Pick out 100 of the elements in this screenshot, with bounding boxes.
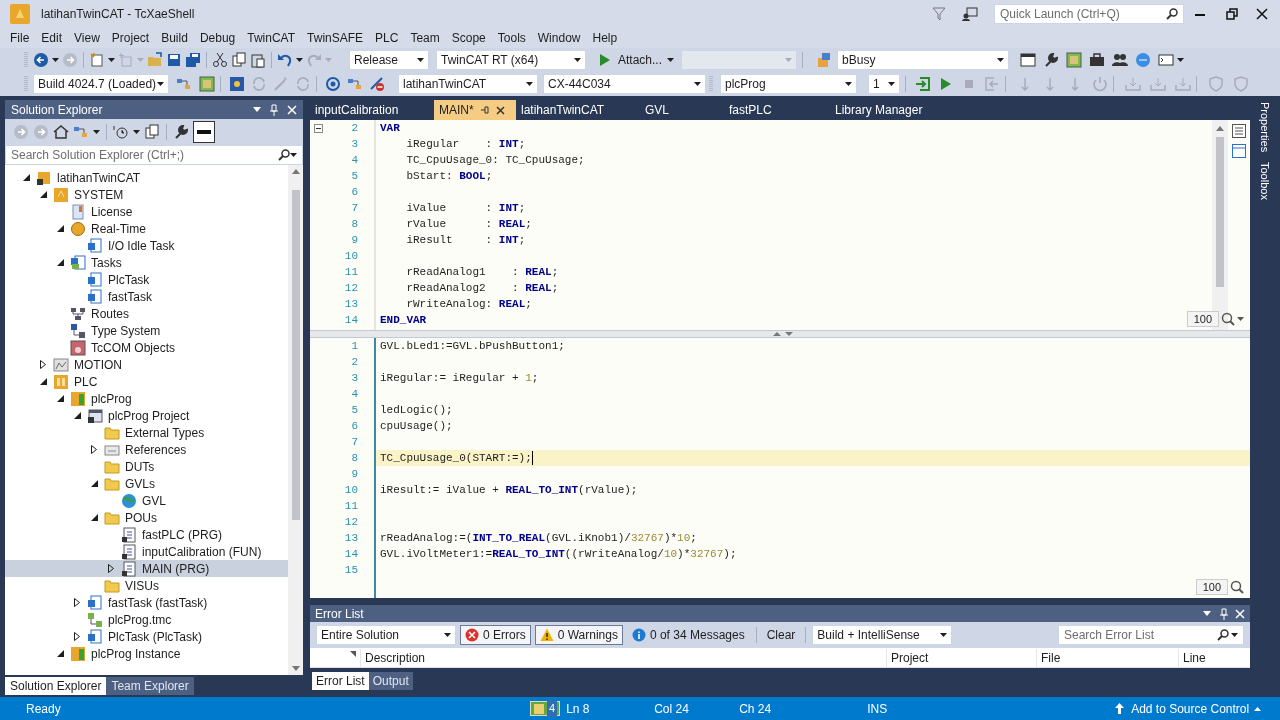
caret-icon[interactable] — [526, 82, 533, 86]
tree-item[interactable]: PlcTask (PlcTask) — [5, 628, 288, 645]
restore-icon[interactable] — [1226, 8, 1238, 20]
scroll-down-icon[interactable] — [291, 666, 300, 671]
dropdown[interactable]: 1 — [868, 74, 900, 94]
dropdown[interactable]: TwinCAT RT (x64) — [436, 50, 586, 70]
terminal-icon[interactable] — [1158, 52, 1175, 68]
collapse-arrow-icon[interactable] — [56, 395, 64, 402]
tree-item[interactable]: External Types — [5, 424, 288, 441]
menu-item[interactable]: TwinSAFE — [301, 28, 370, 48]
editor-tab[interactable]: Library Manager — [830, 100, 990, 120]
dropdown-arrow-icon[interactable] — [253, 107, 261, 112]
filter-toggle[interactable]: 0 of 34 Messages — [626, 625, 750, 645]
column-header[interactable]: Description — [360, 648, 886, 667]
dropdown[interactable]: Entire Solution — [316, 625, 456, 645]
collapse-arrow-icon[interactable] — [56, 225, 64, 232]
menu-item[interactable]: Project — [105, 28, 156, 48]
dropdown[interactable]: bBusy — [837, 50, 1010, 70]
zoom-level[interactable]: 100 — [1195, 579, 1228, 595]
collapse-arrow-icon[interactable] — [56, 650, 64, 657]
editor-tab[interactable]: MAIN* — [434, 100, 516, 120]
tree-item[interactable]: DUTs — [5, 458, 288, 475]
dropdown[interactable]: plcProg — [720, 74, 857, 94]
editor-tab[interactable]: fastPLC — [724, 100, 830, 120]
caret-icon[interactable] — [290, 153, 297, 157]
disconnect-icon[interactable] — [369, 76, 385, 92]
scrollbar-thumb[interactable] — [1216, 137, 1224, 287]
target-icon[interactable] — [325, 76, 341, 92]
tree-item[interactable]: MOTION — [5, 356, 288, 373]
expand-arrow-icon[interactable] — [74, 632, 80, 641]
feedback-icon[interactable] — [962, 7, 978, 21]
column-header[interactable]: Project — [886, 648, 1036, 667]
image-icon[interactable] — [1066, 52, 1083, 68]
tree-item[interactable]: plcProg — [5, 390, 288, 407]
panel-tab[interactable]: Output — [368, 672, 413, 690]
tree-item[interactable]: latihanTwinCAT — [5, 169, 288, 186]
tree-item[interactable]: TcCOM Objects — [5, 339, 288, 356]
caret-icon[interactable] — [1237, 317, 1244, 321]
dropdown[interactable]: latihanTwinCAT — [398, 74, 538, 94]
pin-icon[interactable] — [479, 106, 490, 114]
wrench-icon[interactable] — [1043, 52, 1060, 68]
dropdown[interactable]: Release — [349, 50, 429, 70]
menu-item[interactable]: TwinCAT — [241, 28, 302, 48]
panel-tab[interactable]: Team Explorer — [106, 677, 194, 695]
caret-icon[interactable] — [444, 633, 451, 637]
column-header[interactable]: File — [1036, 648, 1178, 667]
network-icon[interactable] — [347, 76, 363, 92]
menu-item[interactable]: Window — [531, 28, 587, 48]
column-header[interactable]: Line — [1178, 648, 1218, 667]
dropdown[interactable]: Build + IntelliSense — [812, 625, 953, 645]
menu-item[interactable]: File — [4, 28, 36, 48]
collapse-arrow-icon[interactable] — [56, 259, 64, 266]
caret-icon[interactable] — [133, 130, 140, 134]
caret-icon[interactable] — [52, 58, 59, 62]
filter-toggle[interactable]: 0 Errors — [460, 625, 531, 645]
caret-icon[interactable] — [1231, 633, 1238, 637]
tree-item[interactable]: Routes — [5, 305, 288, 322]
editor-tab[interactable]: latihanTwinCAT — [516, 100, 640, 120]
expand-arrow-icon[interactable] — [91, 445, 97, 454]
quick-launch-field[interactable]: Quick Launch (Ctrl+Q) — [994, 4, 1184, 24]
collapse-arrow-icon[interactable] — [73, 412, 81, 419]
gear-box-icon[interactable] — [229, 76, 245, 92]
caret-icon[interactable] — [997, 58, 1005, 62]
menu-item[interactable]: Team — [404, 28, 446, 48]
tree-item[interactable]: plcProg Instance — [5, 645, 288, 662]
panel-tab[interactable]: Error List — [312, 672, 369, 690]
list-view-icon[interactable] — [1232, 124, 1246, 138]
caret-icon[interactable] — [694, 82, 701, 86]
side-tab[interactable]: Properties — [1254, 102, 1276, 153]
dropdown[interactable]: CX-44C034 — [543, 74, 706, 94]
menu-item[interactable]: Build — [155, 28, 194, 48]
scroll-up-icon[interactable] — [291, 169, 300, 174]
filter-toggle[interactable]: 0 Warnings — [534, 625, 623, 645]
search-field[interactable]: Search Error List — [1064, 626, 1215, 644]
tree-item[interactable]: GVL — [5, 492, 288, 509]
expand-arrow-icon[interactable] — [108, 564, 114, 573]
preview-toggle[interactable] — [193, 121, 215, 143]
undo-icon[interactable] — [277, 52, 293, 68]
caret-icon[interactable] — [888, 82, 895, 86]
close-icon[interactable] — [495, 105, 505, 115]
wrench-icon[interactable] — [173, 124, 189, 140]
zoom-icon[interactable] — [1230, 580, 1244, 594]
tree-item[interactable]: VISUs — [5, 577, 288, 594]
tree-item[interactable]: Real-Time — [5, 220, 288, 237]
caret-icon[interactable] — [667, 58, 675, 62]
scrollbar-thumb[interactable] — [291, 190, 300, 520]
save-all-icon[interactable] — [185, 52, 201, 68]
open-folder-icon[interactable] — [147, 52, 163, 68]
collapse-arrow-icon[interactable] — [39, 378, 47, 385]
menu-item[interactable]: PLC — [369, 28, 405, 48]
quick-launch-field[interactable]: Quick Launch (Ctrl+Q) — [1000, 5, 1166, 23]
paste-icon[interactable] — [250, 52, 266, 68]
expand-arrow-icon[interactable] — [74, 598, 80, 607]
side-tab[interactable]: Toolbox — [1254, 162, 1276, 201]
scrollbar[interactable] — [1212, 120, 1228, 330]
tree-item[interactable]: inputCalibration (FUN) — [5, 543, 288, 560]
scissors-icon[interactable] — [212, 52, 228, 68]
window-icon[interactable] — [1020, 52, 1037, 68]
tree-item[interactable]: plcProg Project — [5, 407, 288, 424]
caret-icon[interactable] — [93, 130, 100, 134]
